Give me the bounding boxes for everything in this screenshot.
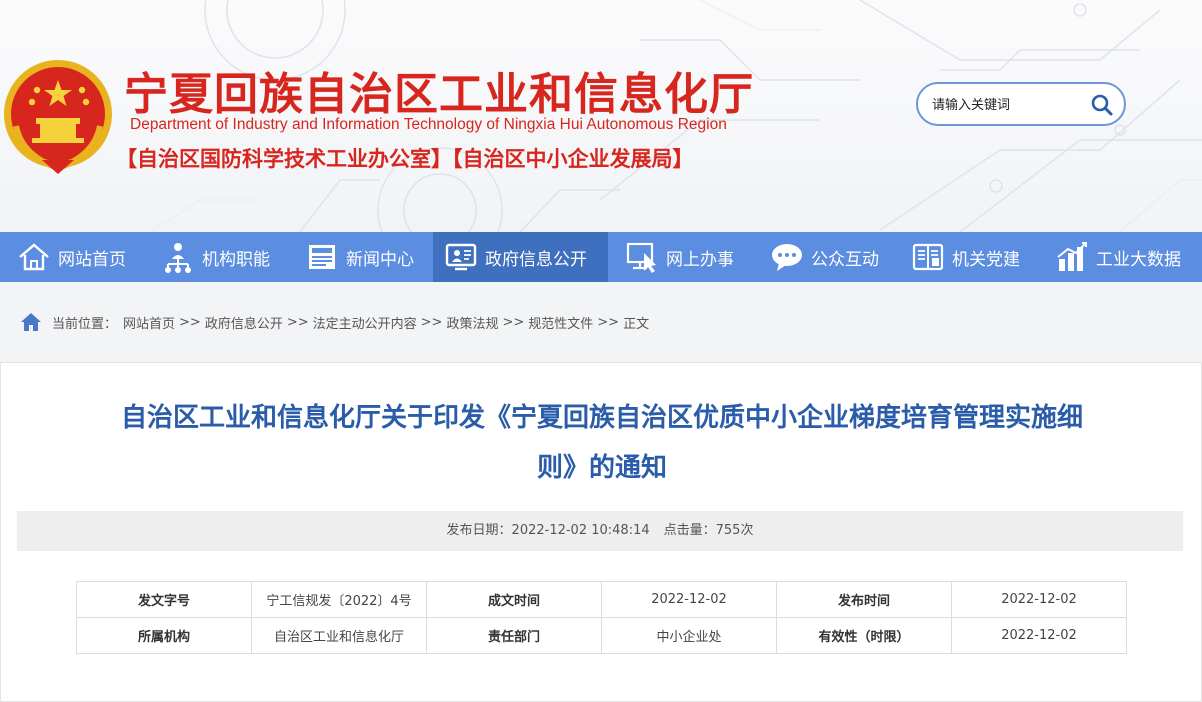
- breadcrumb-prefix: 当前位置：: [52, 316, 118, 332]
- table-row: 所属机构 自治区工业和信息化厅 责任部门 中小企业处 有效性（时限） 2022-…: [76, 617, 1127, 654]
- view-count: 点击量：755次: [663, 523, 754, 538]
- gov-info-icon: [443, 239, 479, 275]
- site-title-english: Department of Industry and Information T…: [130, 116, 727, 133]
- nav-label: 工业大数据: [1096, 249, 1181, 270]
- breadcrumb-link-gov-info[interactable]: 政府信息公开: [205, 313, 283, 332]
- info-value-written-date: 2022-12-02: [601, 581, 777, 618]
- breadcrumb-separator: >>: [597, 314, 620, 330]
- breadcrumb-separator: >>: [420, 314, 443, 330]
- breadcrumb-separator: >>: [286, 314, 309, 330]
- breadcrumb-current: 正文: [623, 316, 650, 332]
- article-title-line: 自治区工业和信息化厅关于印发《宁夏回族自治区优质中小企业梯度培育管理实施细: [120, 403, 1083, 433]
- nav-label: 机构职能: [202, 249, 270, 270]
- document-info-table: 发文字号 宁工信规发〔2022〕4号 成文时间 2022-12-02 发布时间 …: [76, 581, 1127, 654]
- article-title-line: 则》的通知: [536, 453, 667, 483]
- info-label-written-date: 成文时间: [426, 581, 602, 618]
- party-building-icon: [910, 239, 946, 275]
- breadcrumb-link-home[interactable]: 网站首页: [123, 313, 175, 332]
- nav-item-gov-info[interactable]: 政府信息公开: [433, 232, 608, 282]
- info-label-publish-date: 发布时间: [776, 581, 952, 618]
- article-card: 自治区工业和信息化厅关于印发《宁夏回族自治区优质中小企业梯度培育管理实施细 则》…: [0, 362, 1202, 702]
- nav-label: 机关党建: [952, 249, 1020, 270]
- main-nav: 网站首页 机构职能 新闻中心 政府信息公开 网上办事 公众互动 机关党建 工业大…: [0, 232, 1202, 282]
- nav-item-online-service[interactable]: 网上办事: [608, 232, 755, 282]
- breadcrumb-link-statutory[interactable]: 法定主动公开内容: [313, 313, 417, 332]
- nav-label: 政府信息公开: [485, 249, 587, 270]
- breadcrumb-separator: >>: [179, 314, 201, 330]
- home-icon: [21, 313, 41, 331]
- breadcrumb-separator: >>: [502, 314, 525, 330]
- nav-item-news[interactable]: 新闻中心: [294, 232, 433, 282]
- info-label-department: 责任部门: [426, 617, 602, 654]
- search-icon[interactable]: [1090, 93, 1114, 117]
- search-box: [916, 82, 1126, 126]
- site-subtitle: 【自治区国防科学技术工业办公室】【自治区中小企业发展局】: [116, 147, 694, 171]
- chat-bubble-icon: [769, 239, 805, 275]
- info-value-agency: 自治区工业和信息化厅: [251, 617, 427, 654]
- nav-label: 公众互动: [811, 249, 879, 270]
- news-icon: [304, 239, 340, 275]
- bar-chart-icon: [1054, 239, 1090, 275]
- online-service-icon: [624, 239, 660, 275]
- national-emblem: [4, 60, 112, 174]
- info-label-agency: 所属机构: [76, 617, 252, 654]
- publish-date: 发布日期：2022-12-02 10:48:14: [446, 523, 650, 538]
- breadcrumb-link-policy[interactable]: 政策法规: [446, 313, 498, 332]
- org-chart-icon: [160, 239, 196, 275]
- table-row: 发文字号 宁工信规发〔2022〕4号 成文时间 2022-12-02 发布时间 …: [76, 581, 1127, 618]
- nav-label: 网上办事: [666, 249, 734, 270]
- breadcrumb: 当前位置： 网站首页 >> 政府信息公开 >> 法定主动公开内容 >> 政策法规…: [20, 310, 649, 334]
- nav-label: 网站首页: [58, 249, 126, 270]
- home-icon: [16, 239, 52, 275]
- nav-label: 新闻中心: [346, 249, 414, 270]
- info-value-department: 中小企业处: [601, 617, 777, 654]
- nav-item-home[interactable]: 网站首页: [0, 232, 152, 282]
- info-value-publish-date: 2022-12-02: [951, 581, 1127, 618]
- info-value-doc-number: 宁工信规发〔2022〕4号: [251, 581, 427, 618]
- article-title: 自治区工业和信息化厅关于印发《宁夏回族自治区优质中小企业梯度培育管理实施细 则》…: [41, 393, 1163, 493]
- nav-item-org[interactable]: 机构职能: [152, 232, 294, 282]
- breadcrumb-link-normative-docs[interactable]: 规范性文件: [528, 313, 593, 332]
- info-label-validity: 有效性（时限）: [776, 617, 952, 654]
- nav-item-party-building[interactable]: 机关党建: [896, 232, 1040, 282]
- article-meta: 发布日期：2022-12-02 10:48:14 点击量：755次: [17, 511, 1183, 551]
- nav-item-industrial-data[interactable]: 工业大数据: [1040, 232, 1202, 282]
- nav-item-interaction[interactable]: 公众互动: [755, 232, 896, 282]
- info-value-validity: 2022-12-02: [951, 617, 1127, 654]
- site-header: 宁夏回族自治区工业和信息化厅 Department of Industry an…: [0, 0, 1202, 232]
- info-label-doc-number: 发文字号: [76, 581, 252, 618]
- site-title: 宁夏回族自治区工业和信息化厅: [124, 69, 754, 120]
- search-input[interactable]: [932, 94, 1082, 116]
